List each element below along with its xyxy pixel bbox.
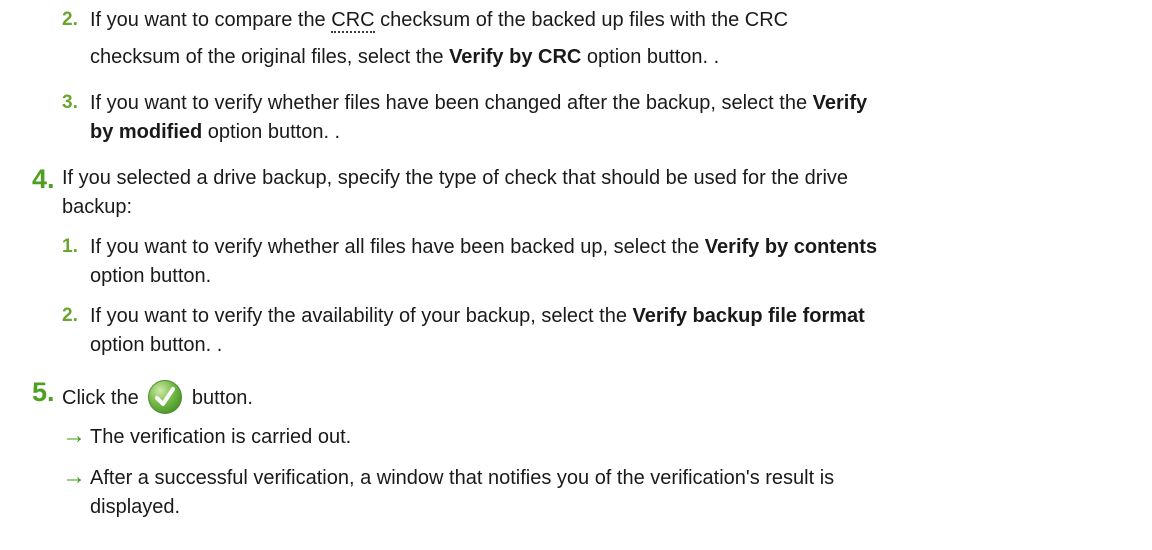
document-page: 2. If you want to compare the CRC checks… — [0, 0, 1152, 550]
step-number: 5. — [32, 377, 55, 407]
step-text-continued: backup: — [62, 196, 133, 218]
text-segment: option button. . — [202, 121, 341, 143]
option-name: by modified — [90, 121, 203, 143]
result-arrow-icon: → — [62, 422, 86, 449]
substep-text-continued: checksum of the original files, select t… — [90, 45, 719, 69]
result-text-continued: displayed. — [90, 496, 181, 518]
text-segment: checksum of the backed up files with the… — [374, 9, 789, 31]
substep-text-continued: option button. — [90, 265, 212, 287]
text-segment: If you want to verify the availability o… — [90, 305, 633, 327]
text-segment: checksum of the original files, select t… — [90, 46, 450, 68]
green-checkmark-icon — [148, 380, 183, 414]
step-text: If you selected a drive backup, specify … — [62, 167, 849, 189]
substep-text: If you want to compare the CRC checksum … — [90, 8, 789, 33]
substep-text: If you want to verify the availability o… — [90, 304, 865, 328]
substep-text: If you want to verify whether files have… — [90, 91, 867, 115]
substep-text-continued: by modified option button. . — [90, 120, 340, 144]
abbreviation-crc[interactable]: CRC — [331, 9, 375, 33]
step-number: 4. — [32, 164, 55, 194]
option-name: Verify backup file format — [632, 305, 865, 327]
option-name: Verify — [812, 92, 868, 114]
substep-number: 1. — [62, 236, 78, 257]
result-text: The verification is carried out. — [90, 426, 352, 448]
substep-number: 2. — [62, 305, 78, 326]
option-name: Verify by contents — [704, 236, 878, 258]
substep-text: If you want to verify whether all files … — [90, 235, 877, 259]
text-segment: If you want to verify whether files have… — [90, 92, 813, 114]
result-arrow-icon: → — [62, 463, 86, 490]
substep-number: 2. — [62, 9, 78, 30]
substep-number: 3. — [62, 92, 78, 113]
option-name: Verify by CRC — [449, 46, 582, 68]
text-segment: option button. . — [581, 46, 720, 68]
result-text: After a successful verification, a windo… — [90, 467, 835, 489]
text-segment: Click the — [62, 387, 139, 409]
substep-text-continued: option button. . — [90, 334, 223, 356]
step-text: Click the button. — [62, 380, 253, 414]
text-segment: If you want to compare the — [90, 9, 332, 31]
text-segment: button. — [191, 387, 253, 409]
text-segment: If you want to verify whether all files … — [90, 236, 705, 258]
